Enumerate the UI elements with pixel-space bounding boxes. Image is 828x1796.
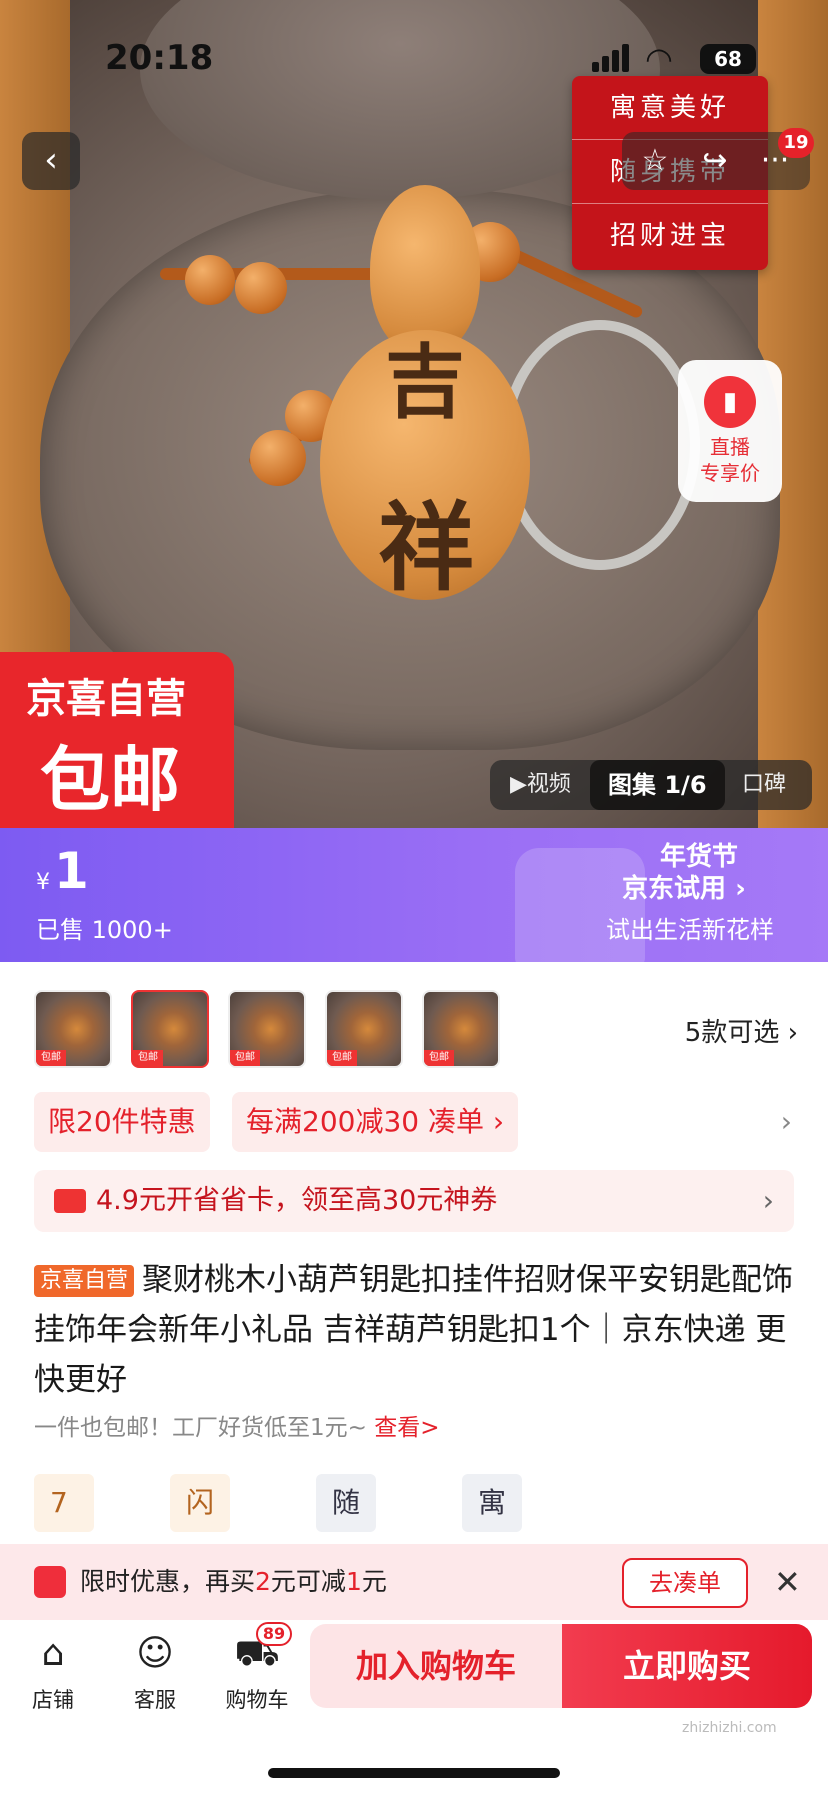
discount-deal-tag[interactable]: 每满200减30 凑单 › bbox=[232, 1092, 519, 1152]
live-icon: ▮ bbox=[704, 376, 756, 428]
promo-line2: 包邮 bbox=[40, 739, 180, 821]
thumb-tag: 包邮 bbox=[133, 1050, 163, 1066]
deals-row: 限20件特惠 每满200减30 凑单 › › bbox=[0, 1092, 828, 1154]
nav-shop-label: 店铺 bbox=[32, 1688, 74, 1712]
chevron-right-icon[interactable]: › bbox=[781, 1092, 792, 1152]
nav-shop[interactable]: ⌂ 店铺 bbox=[8, 1628, 98, 1714]
subtitle-text: 一件也包邮！工厂好货低至1元~ bbox=[34, 1415, 367, 1441]
discount-text: 每满200减30 bbox=[246, 1105, 420, 1138]
subtitle: 一件也包邮！工厂好货低至1元~ 查看> bbox=[34, 1408, 440, 1442]
trial-slogan: 试出生活新花样 bbox=[606, 916, 774, 944]
banner-n1: 2 bbox=[255, 1567, 271, 1596]
battery-icon: 68 bbox=[700, 44, 756, 74]
store-icon: ⌂ bbox=[41, 1633, 65, 1674]
notification-badge: 19 bbox=[778, 128, 814, 158]
back-button[interactable]: ‹ bbox=[22, 132, 80, 190]
nav-service[interactable]: ☺ 客服 bbox=[110, 1628, 200, 1714]
signal-icon bbox=[592, 44, 632, 72]
combine-link[interactable]: 凑单 › bbox=[428, 1105, 504, 1138]
price-currency: ¥ bbox=[36, 870, 50, 895]
trial-label: 京东试用 bbox=[622, 874, 727, 904]
favorite-star-icon[interactable]: ☆ bbox=[626, 132, 684, 190]
variant-thumb[interactable]: 包邮 bbox=[34, 990, 112, 1068]
key-ring bbox=[500, 320, 700, 570]
tab-gallery[interactable]: 图集 1/6 bbox=[590, 760, 725, 810]
bead bbox=[185, 255, 235, 305]
thumb-tag: 包邮 bbox=[36, 1050, 66, 1066]
gourd-char-1: 吉 bbox=[385, 335, 465, 429]
title-text: 聚财桃木小葫芦钥匙扣挂件招财保平安钥匙配饰挂饰年会新年小礼品 吉祥葫芦钥匙扣1个… bbox=[34, 1262, 794, 1398]
variant-thumb[interactable]: 包邮 bbox=[325, 990, 403, 1068]
coupon-icon bbox=[34, 1566, 66, 1598]
sign-line: 招财进宝 bbox=[609, 221, 730, 251]
watermark: zhizhizhi.com bbox=[682, 1720, 777, 1736]
banner-pre: 限时优惠，再买 bbox=[80, 1567, 256, 1596]
promo-banner: 限时优惠，再买2元可减1元 去凑单 ✕ bbox=[0, 1544, 828, 1620]
status-time: 20:18 bbox=[105, 38, 214, 78]
savings-card-row[interactable]: 4.9元开省省卡，领至高30元神券 › bbox=[34, 1170, 794, 1232]
chevron-right-icon: › bbox=[735, 874, 746, 904]
promo-line1: 京喜自营 bbox=[26, 676, 186, 722]
bead bbox=[235, 262, 287, 314]
price-amount: 1 bbox=[54, 842, 89, 900]
promo-badge: 京喜自营 包邮 bbox=[0, 652, 234, 828]
tag-price-protect[interactable]: 7天价保 bbox=[34, 1474, 94, 1693]
live-sublabel: 专享价 bbox=[700, 461, 760, 485]
live-price-button[interactable]: ▮ 直播 专享价 bbox=[678, 360, 782, 502]
wifi-icon: ◠ bbox=[645, 40, 673, 78]
tag-portable[interactable]: 随身携带 bbox=[316, 1474, 377, 1693]
thumb-tag: 包邮 bbox=[327, 1050, 357, 1066]
thumb-tag: 包邮 bbox=[424, 1050, 454, 1066]
card-icon bbox=[54, 1189, 86, 1213]
chat-icon: ☺ bbox=[136, 1633, 174, 1674]
thumb-tag: 包邮 bbox=[230, 1050, 260, 1066]
price-bar: ¥ 1 已售 1000+ 年货节 京东试用 › 试出生活新花样 bbox=[0, 828, 828, 968]
tab-video[interactable]: ▶视频 bbox=[510, 760, 571, 810]
banner-post: 元 bbox=[361, 1567, 387, 1596]
variant-thumb[interactable]: 包邮 bbox=[422, 990, 500, 1068]
add-to-cart-button[interactable]: 加入购物车 bbox=[310, 1624, 562, 1708]
home-indicator bbox=[268, 1768, 560, 1778]
banner-text: 限时优惠，再买2元可减1元 bbox=[80, 1544, 387, 1620]
chevron-right-icon: › bbox=[762, 1184, 774, 1217]
media-tabs: ▶视频 图集 1/6 口碑 bbox=[490, 760, 812, 810]
banner-n2: 1 bbox=[345, 1567, 362, 1596]
shop-tag: 京喜自营 bbox=[34, 1265, 135, 1297]
sold-count: 已售 1000+ bbox=[36, 916, 173, 944]
limit-deal-tag[interactable]: 限20件特惠 bbox=[34, 1092, 210, 1152]
sign-line: 寓意美好 bbox=[572, 76, 768, 140]
chevron-left-icon: ‹ bbox=[44, 140, 58, 180]
nav-service-label: 客服 bbox=[134, 1688, 176, 1712]
live-label: 直播 bbox=[710, 435, 750, 459]
savings-card-text: 4.9元开省省卡，领至高30元神券 bbox=[96, 1185, 498, 1216]
share-icon[interactable]: ↪ bbox=[686, 132, 744, 190]
variant-thumb[interactable]: 包邮 bbox=[228, 990, 306, 1068]
see-link[interactable]: 查看> bbox=[374, 1415, 439, 1441]
variant-selector: 包邮 包邮 包邮 包邮 包邮 5款可选 › bbox=[0, 962, 828, 1072]
trial-link[interactable]: 京东试用 › bbox=[622, 868, 746, 905]
product-title: 京喜自营 聚财桃木小葫芦钥匙扣挂件招财保平安钥匙配饰挂饰年会新年小礼品 吉祥葫芦钥… bbox=[34, 1255, 794, 1405]
bottom-action-bar: ⌂ 店铺 ☺ 客服 ⛟ 购物车 89 加入购物车 立即购买 zhizhizhi.… bbox=[0, 1620, 828, 1796]
shopping-bag-icon bbox=[515, 848, 645, 968]
banner-mid: 元可减 bbox=[270, 1567, 346, 1596]
tag-fast-refund[interactable]: 闪电退款 bbox=[170, 1474, 231, 1693]
close-icon[interactable]: ✕ bbox=[774, 1544, 801, 1620]
gourd-char-2: 祥 bbox=[378, 491, 474, 604]
cart-count-badge: 89 bbox=[256, 1622, 292, 1646]
tab-reviews[interactable]: 口碑 bbox=[742, 760, 786, 810]
nav-cart-label: 购物车 bbox=[225, 1688, 289, 1712]
variant-thumb-selected[interactable]: 包邮 bbox=[131, 990, 209, 1068]
combine-order-button[interactable]: 去凑单 bbox=[622, 1558, 748, 1608]
buy-now-button[interactable]: 立即购买 bbox=[562, 1624, 812, 1708]
tag-auspicious[interactable]: 寓意美好 bbox=[462, 1474, 523, 1693]
variants-count-link[interactable]: 5款可选 › bbox=[685, 1012, 798, 1049]
bead bbox=[250, 430, 306, 486]
